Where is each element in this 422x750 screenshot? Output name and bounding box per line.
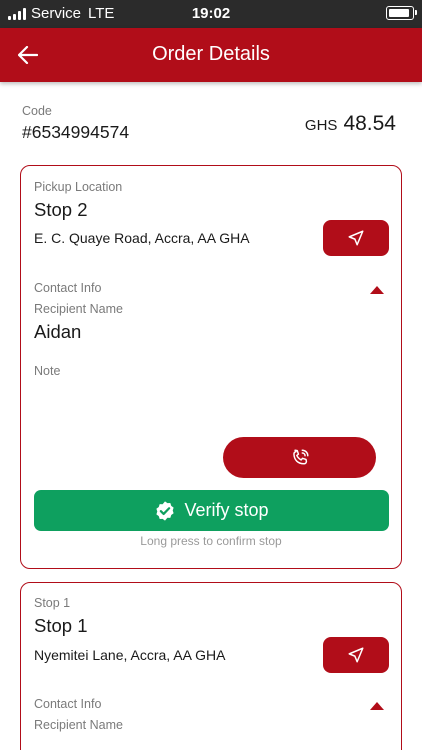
caret-up-icon[interactable] bbox=[370, 702, 384, 710]
stop-name: Stop 1 bbox=[34, 615, 88, 636]
verify-stop-button[interactable]: Verify stop bbox=[34, 490, 389, 531]
contact-info-label: Contact Info bbox=[34, 697, 102, 711]
stop-address: E. C. Quaye Road, Accra, AA GHA bbox=[34, 230, 250, 246]
contact-info-label: Contact Info bbox=[34, 281, 102, 295]
order-code-label: Code bbox=[22, 104, 52, 118]
status-bar: Service LTE 19:02 bbox=[0, 0, 422, 28]
order-code: #6534994574 bbox=[22, 122, 130, 142]
status-time: 19:02 bbox=[191, 5, 231, 22]
stop-type-label: Pickup Location bbox=[34, 180, 123, 194]
navigation-arrow-icon bbox=[348, 230, 364, 246]
page-title: Order Details bbox=[152, 43, 270, 65]
price-amount: 48.54 bbox=[343, 112, 396, 135]
note-label: Note bbox=[34, 364, 61, 378]
caret-up-icon[interactable] bbox=[370, 286, 384, 294]
stop-card-pickup: Pickup Location Stop 2 E. C. Quaye Road,… bbox=[20, 165, 402, 569]
verify-hint: Long press to confirm stop bbox=[140, 534, 282, 548]
navigation-arrow-icon bbox=[348, 647, 364, 663]
recipient-name: Aidan bbox=[34, 321, 82, 342]
navigate-button[interactable] bbox=[323, 220, 389, 256]
navigate-button[interactable] bbox=[323, 637, 389, 673]
phone-call-icon bbox=[292, 448, 309, 465]
call-recipient-button[interactable] bbox=[223, 437, 376, 478]
order-code-block: Code #6534994574 bbox=[22, 104, 129, 143]
stop-type-label: Stop 1 bbox=[34, 596, 71, 610]
order-price: GHS 48.54 bbox=[305, 112, 396, 136]
recipient-name-label: Recipient Name bbox=[34, 718, 123, 732]
stop-card-1: Stop 1 Stop 1 Nyemitei Lane, Accra, AA G… bbox=[20, 582, 402, 750]
stop-address: Nyemitei Lane, Accra, AA GHA bbox=[34, 647, 226, 663]
verify-stop-label: Verify stop bbox=[184, 500, 269, 520]
app-bar: Order Details bbox=[0, 28, 422, 82]
price-currency: GHS bbox=[304, 117, 338, 134]
battery-icon bbox=[386, 6, 417, 20]
check-badge-icon bbox=[156, 500, 175, 521]
stop-name: Stop 2 bbox=[34, 199, 88, 220]
recipient-name-label: Recipient Name bbox=[34, 302, 123, 316]
